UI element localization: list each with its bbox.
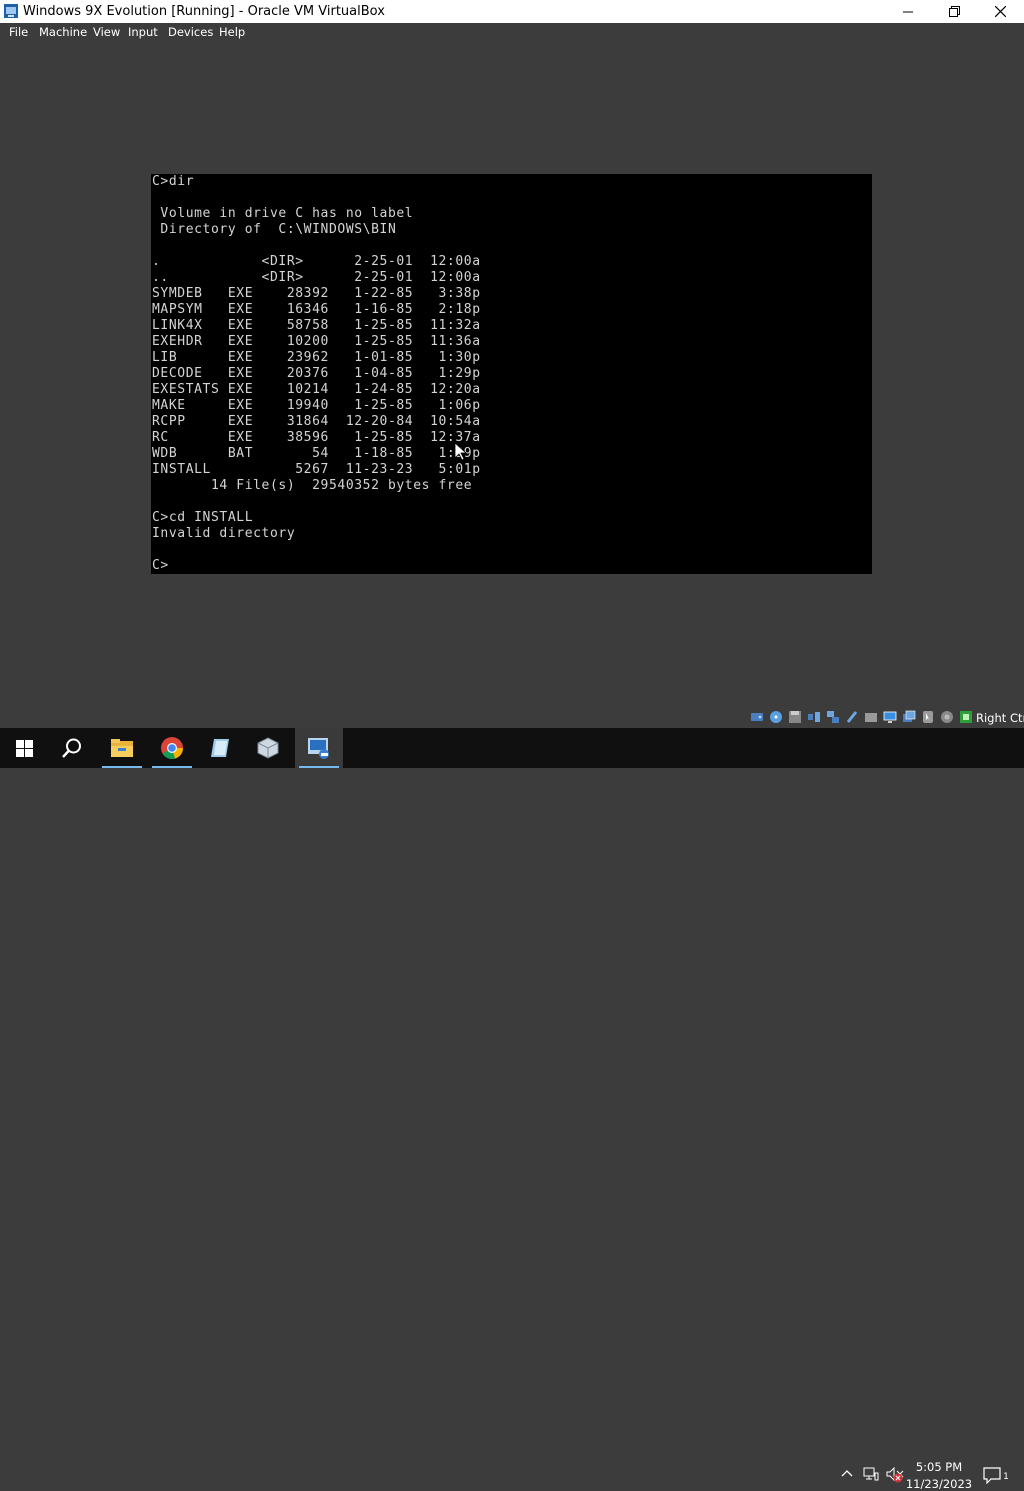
virtualbox-app-icon <box>4 4 18 18</box>
menu-help[interactable]: Help <box>219 25 245 39</box>
alert-badge-icon <box>893 1473 903 1483</box>
host-key-label[interactable]: Right Ctrl <box>976 711 1024 725</box>
console-line: LINK4X EXE 58758 1-25-85 11:32a <box>152 318 481 333</box>
floppy-icon[interactable] <box>788 710 802 724</box>
windows-taskbar: 5:05 PM 11/23/2023 1 <box>0 728 1024 1491</box>
console-line: RCPP EXE 31864 12-20-84 10:54a <box>152 414 481 429</box>
console-line: EXESTATS EXE 10214 1-24-85 12:20a <box>152 382 481 397</box>
console-line: RC EXE 38596 1-25-85 12:37a <box>152 430 481 445</box>
network-tray-icon[interactable] <box>863 1467 879 1481</box>
taskbar-vm-window[interactable] <box>295 728 343 768</box>
virtualbox-cube-icon <box>257 737 279 759</box>
console-line: MAKE EXE 19940 1-25-85 1:06p <box>152 398 481 413</box>
menu-machine[interactable]: Machine <box>39 25 87 39</box>
chrome-icon <box>161 737 184 760</box>
console-line: . <DIR> 2-25-01 12:00a <box>152 254 481 269</box>
file-explorer-icon <box>111 739 133 757</box>
menu-view[interactable]: View <box>93 25 120 39</box>
console-line: MAPSYM EXE 16346 1-16-85 2:18p <box>152 302 481 317</box>
shared-folders-icon[interactable] <box>864 710 878 724</box>
guest-console-screen[interactable]: C>dir Volume in drive C has no label Dir… <box>151 174 872 574</box>
minimize-button[interactable] <box>885 0 931 23</box>
taskbar-virtualbox-manager[interactable] <box>244 728 292 768</box>
search-button[interactable] <box>48 728 96 768</box>
windows-me-vm-icon <box>308 738 329 759</box>
menu-bar: File Machine View Input Devices Help <box>0 23 1024 42</box>
close-button[interactable] <box>977 0 1023 23</box>
console-line: 14 File(s) 29540352 bytes free <box>152 478 473 493</box>
console-line: Directory of C:\WINDOWS\BIN <box>152 222 397 237</box>
console-line: Volume in drive C has no label <box>152 206 414 221</box>
window-titlebar[interactable]: Windows 9X Evolution [Running] - Oracle … <box>0 0 1024 23</box>
usb-icon[interactable] <box>845 710 859 724</box>
menu-input[interactable]: Input <box>128 25 158 39</box>
taskbar-clock-time[interactable]: 5:05 PM <box>904 1460 974 1474</box>
console-line: .. <DIR> 2-25-01 12:00a <box>152 270 481 285</box>
optical-drive-icon[interactable] <box>769 710 783 724</box>
console-prompt[interactable]: C> <box>152 558 169 574</box>
taskbar-chrome[interactable] <box>148 728 196 768</box>
console-line: C>dir <box>152 174 195 189</box>
windows-logo-icon <box>15 739 33 757</box>
hard-disk-icon[interactable] <box>750 710 764 724</box>
console-line: INSTALL 5267 11-23-23 5:01p <box>152 462 481 477</box>
cpu-icon[interactable] <box>959 710 973 724</box>
restore-button[interactable] <box>931 0 977 23</box>
show-hidden-icons-chevron-icon[interactable] <box>841 1468 853 1480</box>
notification-count-badge: 1 <box>1003 1472 1009 1482</box>
search-icon <box>62 738 81 758</box>
console-line: LIB EXE 23962 1-01-85 1:30p <box>152 350 481 365</box>
console-line: DECODE EXE 20376 1-04-85 1:29p <box>152 366 481 381</box>
minimize-icon <box>903 11 913 12</box>
menu-file[interactable]: File <box>9 25 28 39</box>
network-icon[interactable] <box>826 710 840 724</box>
console-line: Invalid directory <box>152 526 296 541</box>
restore-icon <box>948 6 960 17</box>
audio-icon[interactable] <box>807 710 821 724</box>
taskbar-file-explorer[interactable] <box>98 728 146 768</box>
taskbar-notepad-app[interactable] <box>196 728 244 768</box>
console-line: EXEHDR EXE 10200 1-25-85 11:36a <box>152 334 481 349</box>
start-button[interactable] <box>0 728 48 768</box>
display-icon[interactable] <box>883 710 897 724</box>
video-capture-icon[interactable] <box>902 710 916 724</box>
mouse-integration-icon[interactable] <box>921 710 935 724</box>
keyboard-icon[interactable] <box>940 710 954 724</box>
notepad-icon <box>211 739 229 757</box>
menu-devices[interactable]: Devices <box>168 25 213 39</box>
console-line: SYMDEB EXE 28392 1-22-85 3:38p <box>152 286 481 301</box>
vbox-status-bar <box>0 708 1024 728</box>
taskbar-clock-date[interactable]: 11/23/2023 <box>904 1477 974 1491</box>
console-line: C>cd INSTALL <box>152 510 254 525</box>
window-title: Windows 9X Evolution [Running] - Oracle … <box>23 4 385 19</box>
close-icon <box>994 6 1006 17</box>
console-line: WDB BAT 54 1-18-85 1:29p <box>152 446 481 461</box>
action-center-icon[interactable] <box>983 1466 1001 1484</box>
mouse-pointer-icon <box>455 443 467 461</box>
